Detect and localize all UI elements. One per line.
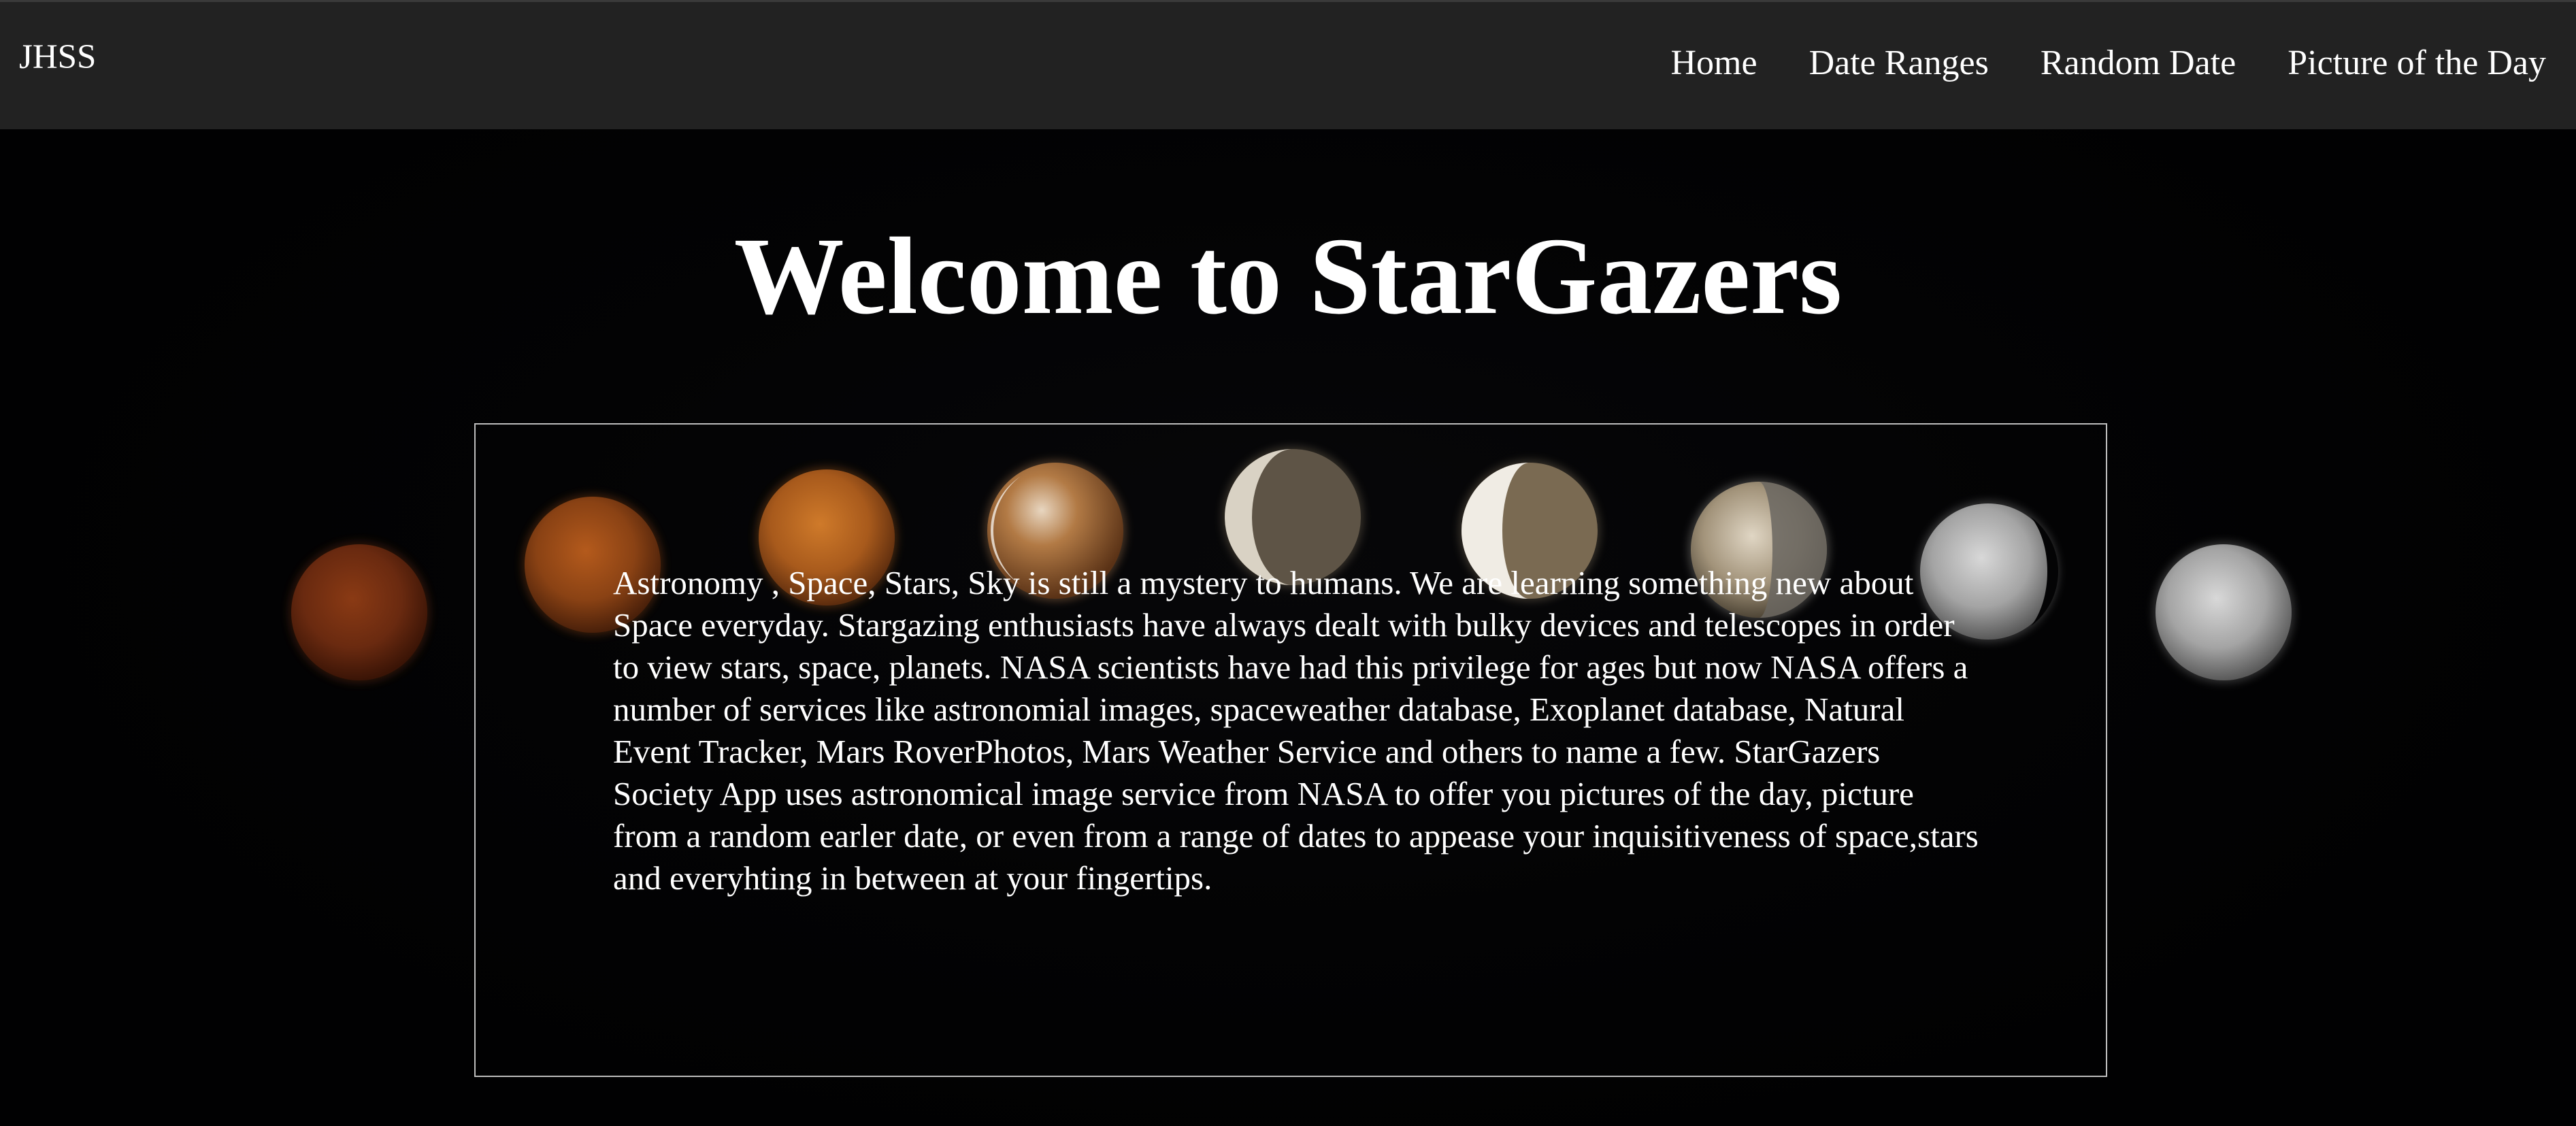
eclipse-moon-1 [288,542,430,683]
brand-link[interactable]: JHSS [19,40,96,75]
nav-home[interactable]: Home [1671,46,1757,81]
eclipse-moon-9 [2153,542,2294,683]
nav-random-date[interactable]: Random Date [2041,46,2236,81]
intro-text: Astronomy , Space, Stars, Sky is still a… [613,564,1979,897]
page: JHSS Home Date Ranges Random Date Pictur… [0,0,2576,1126]
nav-picture-of-the-day[interactable]: Picture of the Day [2288,46,2546,81]
page-title: Welcome to StarGazers [733,216,1843,337]
nav-links: Home Date Ranges Random Date Picture of … [1671,46,2547,81]
navbar: JHSS Home Date Ranges Random Date Pictur… [0,0,2576,129]
nav-date-ranges[interactable]: Date Ranges [1809,46,1989,81]
